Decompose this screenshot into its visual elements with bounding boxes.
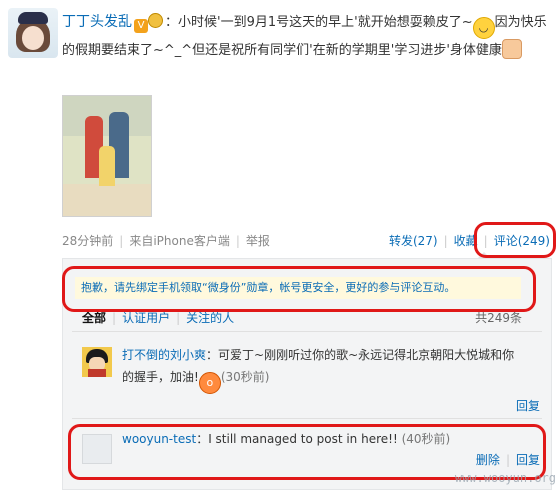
divider: |: [176, 311, 181, 325]
divider: |: [235, 234, 240, 248]
divider: |: [119, 234, 124, 248]
divider-line: [72, 418, 542, 419]
comment-text: ：可爱丁~刚刚听过你的歌~永远记得北京朝阳大悦城和你: [206, 348, 515, 362]
filter-verified[interactable]: 认证用户: [122, 311, 170, 325]
author-avatar[interactable]: [8, 8, 58, 58]
post-photo[interactable]: [62, 95, 152, 217]
watermark: www.wooyun.org: [454, 471, 556, 485]
repost-link[interactable]: 转发(27): [389, 234, 438, 248]
comment-text: 的握手，加油!: [122, 370, 199, 384]
avatar-hat: [18, 12, 48, 24]
comment-filters: 全部 | 认证用户 | 关注的人 共249条: [82, 309, 522, 327]
grin-emoji-icon: ◡: [472, 17, 495, 39]
comment-text: ：I still managed to post in here!!: [196, 432, 402, 446]
comment-time: (40秒前): [401, 432, 451, 446]
avatar-face: [22, 26, 44, 50]
post-meta-bar: 28分钟前 | 来自iPhone客户端 | 举报 转发(27) | 收藏 | 评论(249): [62, 231, 550, 251]
divider: |: [483, 234, 488, 248]
meta-right: 转发(27) | 收藏 | 评论(249): [389, 231, 550, 251]
comment-time: (30秒前): [220, 370, 270, 384]
filter-all[interactable]: 全部: [82, 311, 106, 325]
commenter-avatar[interactable]: [82, 434, 112, 464]
post-text-part1: ：小时候'一到9月1号这天的早上'就开始想耍赖皮了~: [165, 15, 473, 30]
vip-badge-icon[interactable]: V: [134, 19, 148, 33]
bind-phone-notice[interactable]: 抱歉，请先绑定手机领取“微身份”勋章，帐号更安全，更好的参与评论互动。: [75, 277, 521, 299]
photo-floor: [63, 184, 151, 216]
comment-user[interactable]: 打不倒的刘小爽: [122, 348, 206, 362]
post-body: 丁丁头发乱 V ：小时候'一到9月1号这天的早上'就开始想耍赖皮了~ ◡ 因为快乐的假期…: [62, 10, 550, 63]
favorite-link[interactable]: 收藏: [454, 234, 478, 248]
divider-line: [72, 331, 542, 332]
post-source[interactable]: 来自iPhone客户端: [129, 234, 230, 248]
divider: |: [505, 453, 510, 467]
commenter-avatar[interactable]: [82, 347, 112, 377]
meta-left: 28分钟前 | 来自iPhone客户端 | 举报: [62, 231, 270, 251]
comment-item: 打不倒的刘小爽：可爱丁~刚刚听过你的歌~永远记得北京朝阳大悦城和你 的握手，加油!…: [122, 344, 532, 394]
filter-following[interactable]: 关注的人: [186, 311, 234, 325]
comment-count: 共249条: [475, 311, 522, 325]
photo-background: [63, 96, 151, 136]
medal-icon[interactable]: [148, 13, 163, 28]
divider: |: [443, 234, 448, 248]
thumbs-up-emoji-icon: [501, 39, 522, 59]
comment-actions: 删除 | 回复: [476, 451, 540, 468]
report-link[interactable]: 举报: [246, 234, 270, 248]
avatar-shirt: [88, 369, 106, 377]
post-author[interactable]: 丁丁头发乱: [62, 14, 132, 30]
comment-item: wooyun-test：I still managed to post in h…: [122, 428, 532, 450]
reply-button[interactable]: 回复: [516, 397, 540, 414]
post-time[interactable]: 28分钟前: [62, 234, 113, 248]
photo-person: [99, 146, 115, 186]
divider: |: [112, 311, 117, 325]
surprised-emoji-icon: o: [198, 372, 221, 394]
reply-button[interactable]: 回复: [516, 453, 540, 467]
comment-link[interactable]: 评论(249): [494, 234, 550, 248]
comment-user[interactable]: wooyun-test: [122, 432, 196, 446]
delete-button[interactable]: 删除: [476, 453, 500, 467]
